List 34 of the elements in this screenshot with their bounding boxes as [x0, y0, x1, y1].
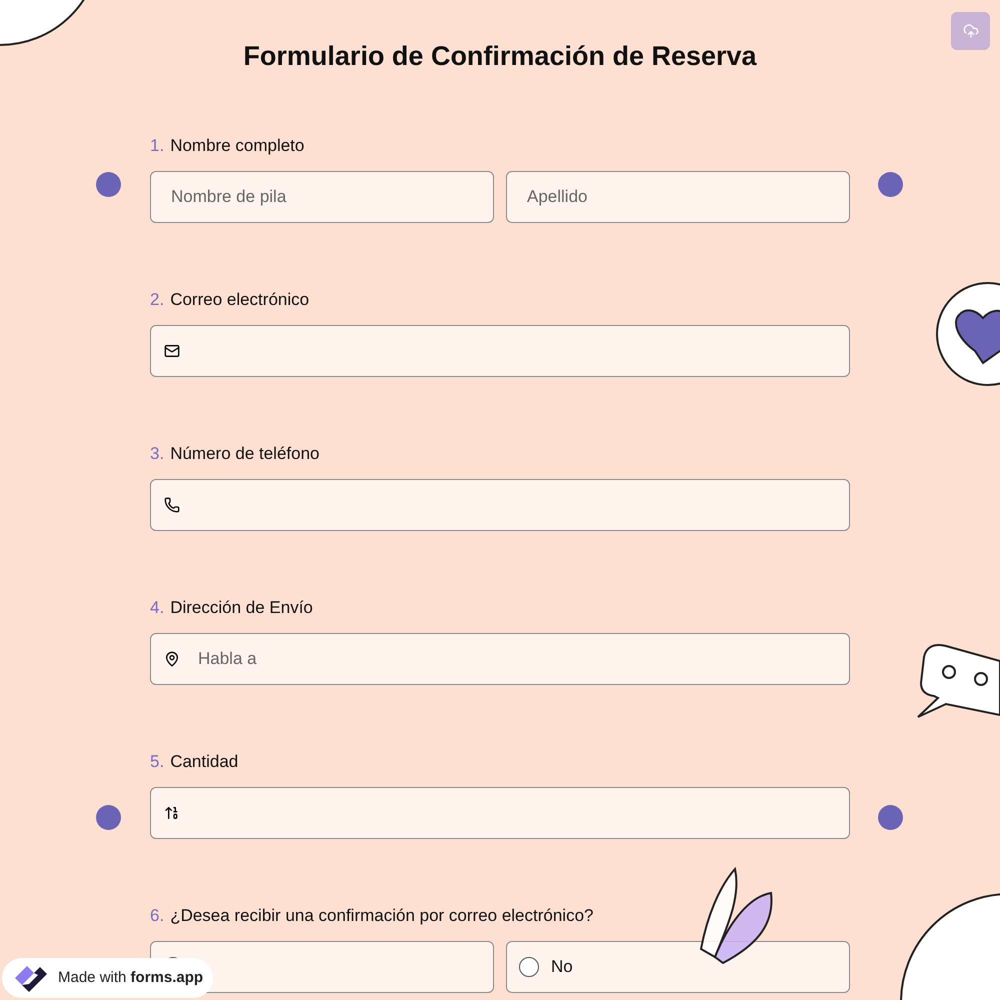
cloud-upload-icon: [962, 23, 978, 39]
dot-decoration: [878, 805, 903, 830]
question-number: 6.: [150, 905, 164, 927]
option-label: No: [551, 956, 573, 978]
question-label: Nombre completo: [170, 135, 304, 157]
phone-icon: [164, 497, 180, 513]
input-field[interactable]: [150, 787, 850, 839]
question-number: 3.: [150, 443, 164, 465]
made-with-toast[interactable]: Made with forms.app: [2, 958, 214, 998]
dot-decoration: [878, 172, 903, 197]
input-field[interactable]: [150, 479, 850, 531]
dot-decoration: [96, 805, 121, 830]
dot-decoration: [96, 172, 121, 197]
question-number: 1.: [150, 135, 164, 157]
input-field[interactable]: Nombre de pila: [150, 171, 494, 223]
question-label: ¿Desea recibir una confirmación por correo electrónico?: [170, 905, 594, 927]
number-sort-icon: [164, 805, 180, 821]
choice-option[interactable]: No: [506, 941, 850, 993]
question-number: 5.: [150, 751, 164, 773]
radio-button[interactable]: [519, 957, 539, 977]
question-label: Cantidad: [170, 751, 238, 773]
badge-text: Made with forms.app: [58, 968, 204, 988]
question-number: 4.: [150, 597, 164, 619]
input-field[interactable]: Apellido: [506, 171, 850, 223]
input-field[interactable]: [150, 325, 850, 377]
question-label: Correo electrónico: [170, 289, 310, 311]
question-label: Dirección de Envío: [170, 597, 313, 619]
question-number: 2.: [150, 289, 164, 311]
input-field[interactable]: Habla a: [150, 633, 850, 685]
mail-icon: [164, 343, 180, 359]
upload-button[interactable]: [951, 12, 990, 50]
form-title: Formulario de Confirmación de Reserva: [243, 40, 757, 73]
question-label: Número de teléfono: [170, 443, 320, 465]
map-pin-icon: [164, 651, 180, 667]
